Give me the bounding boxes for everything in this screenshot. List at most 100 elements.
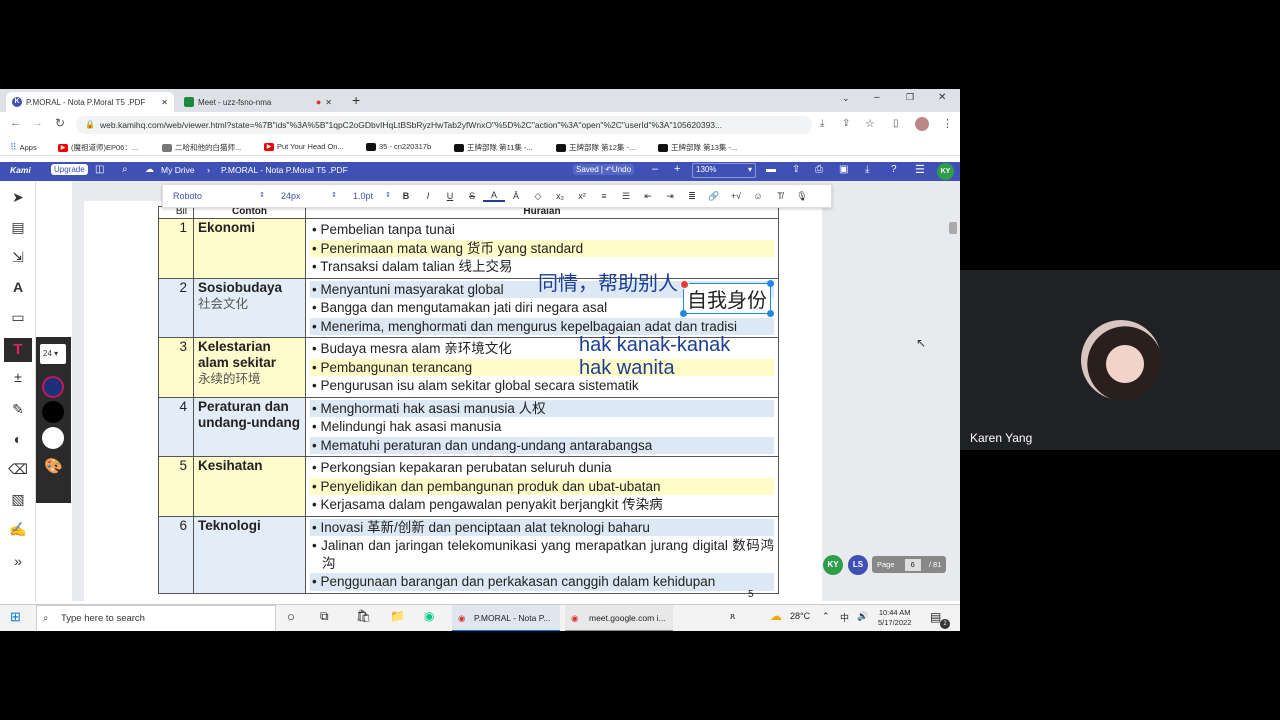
close-icon[interactable]: ✕ bbox=[161, 98, 168, 107]
strikethrough-icon[interactable]: S bbox=[461, 191, 483, 201]
bookmark-item[interactable]: 35 - cn220317b bbox=[366, 142, 431, 151]
tray-chevron-icon[interactable]: ⌃ bbox=[822, 611, 830, 622]
taskbar-app-kami[interactable]: ◉ P.MORAL - Nota P... bbox=[452, 605, 560, 631]
bookmark-apps[interactable]: ⠿ Apps bbox=[10, 142, 37, 153]
bookmark-item[interactable]: 王牌部隊 第12集 -... bbox=[556, 142, 635, 153]
collaborator-avatar[interactable]: KY bbox=[823, 555, 843, 575]
share-icon[interactable]: ⇪ bbox=[842, 118, 850, 129]
color-swatch-white[interactable] bbox=[42, 427, 64, 449]
upgrade-button[interactable]: Upgrade bbox=[51, 164, 88, 175]
close-icon[interactable]: ✕ bbox=[325, 98, 332, 107]
signature-tool-icon[interactable]: ✍ bbox=[8, 519, 28, 539]
tab-search-icon[interactable]: ⌄ bbox=[842, 93, 850, 104]
menu-icon[interactable]: ☰ bbox=[915, 163, 925, 176]
resize-handle[interactable] bbox=[767, 280, 774, 287]
bookmark-item[interactable]: ▶ Put Your Head On... bbox=[264, 142, 344, 151]
reload-icon[interactable]: ↻ bbox=[55, 116, 65, 130]
collaborator-avatar[interactable]: LS bbox=[848, 555, 868, 575]
resize-handle[interactable] bbox=[767, 310, 774, 317]
tab-meet[interactable]: Meet - uzz-fsno-nma ● ✕ bbox=[178, 92, 338, 112]
back-icon[interactable]: ← bbox=[10, 117, 21, 129]
text-tool-icon[interactable]: T bbox=[4, 338, 32, 362]
weather-icon[interactable]: ☁ bbox=[770, 609, 782, 623]
print-icon[interactable]: ⎙ bbox=[815, 164, 823, 175]
superscript-icon[interactable]: x² bbox=[571, 191, 593, 201]
bookmark-item[interactable]: 王牌部隊 第11集 -... bbox=[454, 142, 533, 153]
cortana-icon[interactable]: ○ bbox=[287, 609, 295, 624]
select-tool-icon[interactable]: ➤ bbox=[8, 187, 28, 207]
page-input[interactable]: 6 bbox=[904, 559, 921, 571]
save-status[interactable]: Saved | ↶Undo bbox=[573, 164, 635, 175]
document-title[interactable]: P.MORAL - Nota P.Moral T5 .PDF bbox=[221, 165, 348, 175]
font-size-select[interactable]: 24 ▾ bbox=[40, 344, 66, 364]
search-icon[interactable]: ⌕ bbox=[122, 164, 128, 175]
add-media-tool-icon[interactable]: ▧ bbox=[8, 489, 28, 509]
task-view-icon[interactable]: ⧉ bbox=[320, 609, 329, 624]
share-icon[interactable]: ⇪ bbox=[792, 164, 800, 175]
link-icon[interactable]: 🔗 bbox=[703, 191, 725, 202]
clock[interactable]: 10:44 AM 5/17/2022 bbox=[878, 608, 911, 628]
size-select[interactable]: 24px ⇕ bbox=[271, 191, 343, 201]
resize-handle[interactable] bbox=[680, 310, 687, 317]
my-drive-link[interactable]: My Drive bbox=[161, 165, 195, 175]
zoom-out-button[interactable]: – bbox=[652, 163, 658, 175]
selected-text-annotation[interactable]: 自我身份 bbox=[680, 280, 774, 317]
install-icon[interactable]: ⤓ bbox=[820, 118, 824, 129]
input-language[interactable]: 中 bbox=[840, 611, 849, 624]
taskbar-app-meet[interactable]: ◉ meet.google.com i... bbox=[565, 605, 673, 631]
people-icon[interactable]: ጸ bbox=[730, 611, 735, 622]
profile-avatar[interactable] bbox=[915, 117, 929, 131]
color-swatch-navy[interactable] bbox=[42, 376, 64, 398]
clear-format-icon[interactable]: T̸ bbox=[769, 191, 791, 201]
window-close-button[interactable]: ✕ bbox=[938, 92, 946, 103]
zoom-in-button[interactable]: + bbox=[674, 163, 680, 175]
comment-tool-icon[interactable]: ▭ bbox=[8, 307, 28, 327]
underline-tool-icon[interactable]: ⇲ bbox=[8, 247, 28, 267]
bookmark-star-icon[interactable]: ☆ bbox=[865, 117, 875, 130]
italic-icon[interactable]: I bbox=[417, 191, 439, 201]
equation-tool-icon[interactable]: ± bbox=[8, 367, 28, 387]
outdent-icon[interactable]: ⇤ bbox=[637, 191, 659, 202]
forward-icon[interactable]: → bbox=[32, 117, 43, 129]
taskbar-search[interactable]: ⌕ Type here to search bbox=[36, 605, 276, 631]
underline-icon[interactable]: U bbox=[439, 191, 461, 201]
palette-icon[interactable]: 🎨 bbox=[44, 457, 63, 475]
bookmark-item[interactable]: 二哈和他的白猫师... bbox=[162, 142, 241, 153]
line-height-select[interactable]: 1.0pt ⇕ bbox=[343, 191, 395, 201]
numbered-list-icon[interactable]: ≡ bbox=[593, 191, 615, 201]
emoji-icon[interactable]: ☺ bbox=[747, 191, 769, 201]
highlighter-tool-icon[interactable]: ▤ bbox=[8, 217, 28, 237]
download-icon[interactable]: ⤓ bbox=[865, 164, 869, 175]
speaker-icon[interactable]: 🔊 bbox=[857, 611, 868, 622]
font-select[interactable]: Roboto ⇕ bbox=[163, 191, 271, 201]
bold-icon[interactable]: B bbox=[395, 191, 417, 201]
minimize-button[interactable]: – bbox=[874, 92, 880, 103]
delete-handle-icon[interactable] bbox=[680, 280, 689, 289]
text-annotation[interactable]: hak kanak-kanak hak wanita bbox=[579, 334, 730, 380]
zoom-select[interactable]: 130% ▾ bbox=[692, 163, 756, 178]
color-swatch-black[interactable] bbox=[42, 401, 64, 423]
sidebar-toggle-icon[interactable]: ◫ bbox=[95, 164, 104, 175]
store-icon[interactable]: 🛍 bbox=[356, 609, 371, 623]
menu-dots-icon[interactable]: ⋮ bbox=[942, 117, 953, 130]
tab-kami[interactable]: K P.MORAL - Nota P.Moral T5 .PDF ✕ bbox=[6, 92, 174, 112]
highlight-color-icon[interactable]: Ā bbox=[505, 191, 527, 201]
weather-temp[interactable]: 28°C bbox=[790, 611, 810, 621]
text-markup-tool-icon[interactable]: A bbox=[8, 277, 28, 297]
pen-tool-icon[interactable]: ✎ bbox=[8, 399, 28, 419]
shapes-tool-icon[interactable]: ◐ bbox=[8, 429, 28, 449]
help-icon[interactable]: ? bbox=[891, 164, 897, 175]
url-field[interactable]: 🔒 web.kamihq.com/web/viewer.html?state=%… bbox=[76, 116, 812, 134]
bullet-list-icon[interactable]: ☰ bbox=[615, 191, 637, 202]
file-explorer-icon[interactable]: 📁 bbox=[390, 609, 405, 623]
scrollbar-thumb[interactable] bbox=[949, 222, 957, 234]
text-annotation[interactable]: 同情，帮助别人 bbox=[538, 267, 678, 296]
equation-icon[interactable]: +√ bbox=[725, 191, 747, 201]
restore-button[interactable]: ❐ bbox=[906, 92, 914, 103]
save-icon[interactable]: ▣ bbox=[839, 164, 848, 175]
subscript-icon[interactable]: x₂ bbox=[549, 191, 571, 201]
align-icon[interactable]: ≣ bbox=[681, 191, 703, 202]
edge-icon[interactable]: ◉ bbox=[424, 609, 434, 623]
bookmark-item[interactable]: 王牌部隊 第13集 -... bbox=[658, 142, 737, 153]
folder-icon[interactable]: ▬ bbox=[766, 164, 776, 175]
